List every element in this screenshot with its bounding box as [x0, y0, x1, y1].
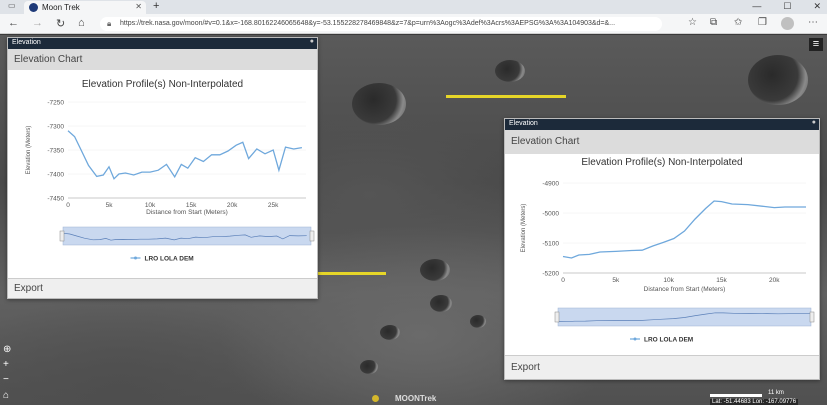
navigator-handle-left — [554, 311, 560, 323]
x-tick-label: 0 — [66, 202, 70, 209]
browser-tab[interactable]: Moon Trek ✕ — [24, 1, 146, 14]
y-axis-label: Elevation (Meters) — [521, 204, 527, 253]
forward-icon[interactable]: → — [32, 17, 43, 29]
panel-subheader: Elevation Chart — [505, 130, 819, 154]
crater — [360, 360, 378, 374]
home-icon[interactable]: ⌂ — [78, 17, 85, 29]
more-menu-icon[interactable]: ⋯ — [808, 17, 818, 28]
x-tick-label: 25k — [268, 202, 279, 209]
tab-title: Moon Trek — [42, 3, 80, 12]
crater — [495, 60, 525, 82]
panel-header-title: Elevation — [12, 39, 41, 46]
profile-track-line[interactable] — [446, 95, 566, 98]
lock-icon: 🔒︎ — [107, 19, 112, 28]
scale-bar — [710, 394, 762, 397]
x-tick-label: 20k — [769, 277, 780, 284]
address-bar[interactable]: 🔒︎ https://trek.nasa.gov/moon/#v=0.1&x=-… — [100, 17, 662, 31]
elevation-chart: Elevation Profile(s) Non-Interpolated -72… — [26, 79, 315, 263]
x-tick-label: 10k — [145, 202, 156, 209]
legend-marker — [134, 256, 137, 260]
browser-toolbar: ← → ↻ ⌂ 🔒︎ https://trek.nasa.gov/moon/#v… — [0, 14, 827, 34]
zoom-in-button[interactable]: + — [3, 359, 9, 370]
legend-label: LRO LOLA DEM — [644, 337, 693, 344]
scale-label: 11 km — [768, 390, 784, 396]
favorite-star-icon[interactable]: ☆ — [688, 17, 697, 28]
y-tick-label: -7400 — [47, 172, 64, 179]
tab-actions-icon[interactable]: ▭ — [8, 1, 16, 10]
crater — [470, 315, 486, 328]
elevation-panel-right: Elevation ● Elevation Chart Elevation Pr… — [504, 118, 820, 380]
panel-header: Elevation ● — [8, 38, 317, 49]
x-tick-label: 15k — [716, 277, 727, 284]
collections-icon[interactable]: ❐ — [758, 17, 767, 28]
window-controls: — ☐ ✕ — [752, 1, 821, 12]
y-tick-label: -5100 — [542, 241, 559, 248]
extensions-icon[interactable]: ⧉ — [710, 17, 717, 28]
x-axis-label: Distance from Start (Meters) — [146, 209, 228, 216]
panel-subheader: Elevation Chart — [8, 49, 317, 70]
range-navigator — [557, 307, 812, 327]
y-tick-label: -5000 — [542, 211, 559, 218]
chart-title: Elevation Profile(s) Non-Interpolated — [82, 79, 243, 90]
legend-marker — [633, 337, 637, 341]
y-tick-label: -7350 — [47, 148, 64, 155]
elevation-panel-left: Elevation ● Elevation Chart Elevation Pr… — [7, 37, 318, 299]
y-tick-label: -4900 — [542, 181, 559, 188]
tab-close-icon[interactable]: ✕ — [135, 2, 142, 11]
export-button[interactable]: Export — [505, 355, 819, 379]
series-line-lro-lola-dem — [67, 130, 303, 180]
crater — [380, 325, 400, 340]
profile-avatar[interactable] — [781, 17, 794, 30]
y-tick-label: -7300 — [47, 124, 64, 131]
moon-trek-favicon — [29, 3, 38, 12]
crater — [420, 259, 450, 281]
moon-trek-logo: MOONTrek — [372, 394, 436, 403]
map-menu-icon[interactable]: ≡ — [809, 38, 823, 51]
profile-track-line[interactable] — [318, 272, 386, 275]
x-tick-label: 5k — [106, 202, 114, 209]
x-tick-label: 5k — [612, 277, 620, 284]
navigator-handle-right — [309, 230, 315, 242]
maximize-button[interactable]: ☐ — [783, 1, 791, 12]
x-tick-label: 20k — [227, 202, 238, 209]
crater — [352, 83, 406, 125]
panel-header: Elevation ● — [505, 119, 819, 130]
series-line-lro-lola-dem — [562, 200, 806, 259]
home-view-icon[interactable]: ⌂ — [3, 390, 9, 401]
panel-close-icon[interactable]: ● — [310, 38, 314, 45]
y-axis-label: Elevation (Meters) — [26, 126, 32, 175]
new-tab-button[interactable]: + — [153, 0, 159, 12]
minimize-button[interactable]: — — [752, 1, 761, 12]
legend-label: LRO LOLA DEM — [145, 256, 194, 263]
crater — [430, 295, 452, 312]
refresh-icon[interactable]: ↻ — [56, 17, 65, 30]
navigator-handle-left — [59, 230, 65, 242]
panel-header-title: Elevation — [509, 120, 538, 127]
y-tick-label: -7450 — [47, 196, 64, 203]
url-text: https://trek.nasa.gov/moon/#v=0.1&x=-168… — [120, 20, 616, 27]
zoom-out-button[interactable]: − — [3, 374, 9, 385]
favorites-icon[interactable]: ✩ — [734, 17, 742, 28]
x-tick-label: 10k — [663, 277, 674, 284]
y-tick-label: -7250 — [47, 100, 64, 107]
cursor-coordinates: Lat: -51.44683 Lon: -167.09776 — [710, 399, 799, 405]
elevation-chart: Elevation Profile(s) Non-Interpolated -49… — [521, 157, 815, 344]
back-icon[interactable]: ← — [8, 17, 19, 29]
export-button[interactable]: Export — [8, 278, 317, 298]
x-tick-label: 0 — [561, 277, 565, 284]
browser-tab-bar: ▭ Moon Trek ✕ + — ☐ ✕ — [0, 0, 827, 14]
close-window-button[interactable]: ✕ — [813, 1, 821, 12]
panel-close-icon[interactable]: ● — [812, 119, 816, 126]
globe-icon[interactable]: ⊕ — [3, 344, 11, 355]
x-axis-label: Distance from Start (Meters) — [644, 286, 726, 293]
crater — [748, 55, 808, 105]
y-tick-label: -5200 — [542, 271, 559, 278]
chart-title: Elevation Profile(s) Non-Interpolated — [581, 157, 742, 168]
x-tick-label: 15k — [186, 202, 197, 209]
navigator-handle-right — [809, 311, 815, 323]
